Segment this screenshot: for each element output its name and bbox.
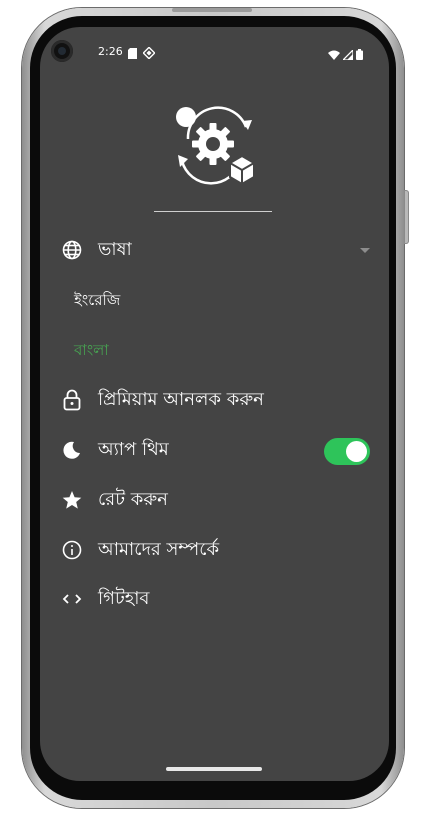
- globe-icon: [60, 238, 84, 262]
- code-icon: [60, 587, 84, 611]
- about-menu-item[interactable]: আমাদের সম্পর্কে: [60, 533, 370, 567]
- moon-icon: [60, 438, 84, 462]
- battery-icon: [356, 45, 363, 64]
- github-menu-item[interactable]: গিটহাব: [60, 582, 370, 616]
- home-indicator[interactable]: [166, 767, 262, 771]
- wifi-icon: [328, 45, 340, 64]
- chevron-down-icon[interactable]: [360, 248, 370, 253]
- star-icon: [60, 488, 84, 512]
- app-theme-label: অ্যাপ থিম: [98, 438, 169, 460]
- toggle-knob: [346, 441, 367, 462]
- unlock-premium-label: প্রিমিয়াম আনলক করুন: [98, 388, 264, 410]
- github-label: গিটহাব: [98, 587, 150, 609]
- rate-label: রেট করুন: [98, 488, 168, 510]
- status-left-icons: [128, 44, 156, 63]
- status-right-icons: [328, 45, 363, 64]
- theme-toggle[interactable]: [324, 438, 370, 465]
- logo-divider: [154, 211, 272, 212]
- settings-cycle-icon: [168, 101, 260, 187]
- app-theme-menu-item[interactable]: অ্যাপ থিম: [60, 433, 370, 467]
- sync-icon: [142, 44, 156, 63]
- power-button: [404, 190, 409, 244]
- app-screen: 2:26 ভাষা ইংরেজি বাংলা প্রিমিয়াম আনলক ক…: [40, 27, 389, 781]
- about-label: আমাদের সম্পর্কে: [98, 538, 220, 560]
- rate-menu-item[interactable]: রেট করুন: [60, 483, 370, 517]
- lock-icon: [60, 388, 84, 412]
- signal-icon: [341, 45, 354, 64]
- sd-card-icon: [128, 44, 137, 63]
- language-option-bangla[interactable]: বাংলা: [74, 339, 109, 364]
- language-option-english[interactable]: ইংরেজি: [74, 289, 120, 314]
- info-icon: [60, 538, 84, 562]
- status-time: 2:26: [98, 45, 123, 58]
- front-camera: [51, 40, 73, 62]
- language-menu-item[interactable]: ভাষা: [60, 233, 370, 267]
- language-label: ভাষা: [98, 238, 132, 260]
- phone-top-edge: [172, 8, 252, 12]
- unlock-premium-menu-item[interactable]: প্রিমিয়াম আনলক করুন: [60, 383, 370, 417]
